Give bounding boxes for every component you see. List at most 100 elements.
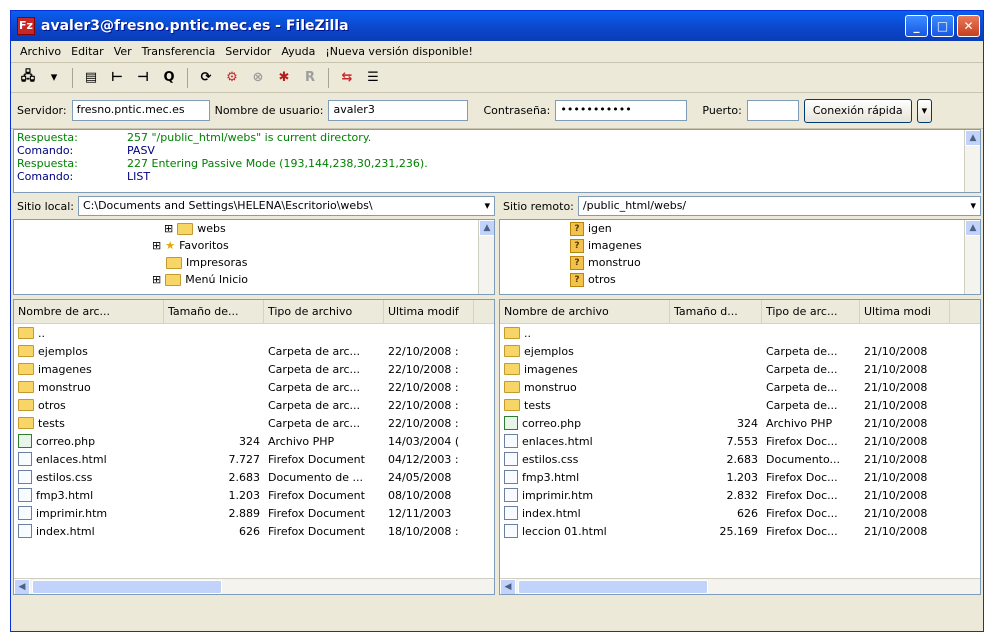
file-row[interactable]: fmp3.html 1.203 Firefox Doc... 21/10/2008 <box>500 468 980 486</box>
port-input[interactable] <box>746 100 799 121</box>
menu-transferencia[interactable]: Transferencia <box>137 45 221 58</box>
tree-item[interactable]: ⊞ Menú Inicio <box>14 271 494 288</box>
minimize-button[interactable]: _ <box>905 15 928 37</box>
disconnect-icon[interactable]: ✱ <box>273 67 295 89</box>
quickconnect-dropdown-button[interactable]: ▾ <box>916 98 933 123</box>
file-row[interactable]: monstruo Carpeta de arc... 22/10/2008 : <box>14 378 494 396</box>
expand-icon[interactable]: ⊞ <box>164 222 173 235</box>
column-modified[interactable]: Ultima modi <box>860 300 950 323</box>
column-type[interactable]: Tipo de archivo <box>264 300 384 323</box>
column-size[interactable]: Tamaño de... <box>164 300 264 323</box>
file-row[interactable]: tests Carpeta de... 21/10/2008 <box>500 396 980 414</box>
local-path-input[interactable]: C:\Documents and Settings\HELENA\Escrito… <box>77 196 495 216</box>
file-size: 1.203 <box>726 470 759 484</box>
scroll-up-icon[interactable]: ▲ <box>965 220 980 236</box>
chevron-down-icon[interactable]: ▾ <box>970 199 976 213</box>
file-row[interactable]: correo.php 324 Archivo PHP 21/10/2008 <box>500 414 980 432</box>
scroll-up-icon[interactable]: ▲ <box>965 130 980 146</box>
file-row[interactable]: estilos.css 2.683 Documento de ... 24/05/20… <box>14 468 494 486</box>
local-hscrollbar[interactable]: ◀ <box>14 578 494 594</box>
remote-path-input[interactable]: /public_html/webs/ ▾ <box>577 196 981 216</box>
file-row[interactable]: imprimir.htm 2.832 Firefox Doc... 21/10/200… <box>500 486 980 504</box>
menu-servidor[interactable]: Servidor <box>220 45 276 58</box>
unknown-folder-icon: ? <box>570 238 584 253</box>
process-queue-icon[interactable]: ⚙ <box>221 67 243 89</box>
local-file-list[interactable]: Nombre de arc... Tamaño de... Tipo de ar… <box>13 299 495 595</box>
file-icon <box>18 524 32 538</box>
tree-item[interactable]: ⊞ ★ Favoritos <box>14 237 494 254</box>
file-row[interactable]: enlaces.html 7.553 Firefox Doc... 21/10/200… <box>500 432 980 450</box>
dropdown-arrow-icon[interactable]: ▾ <box>43 67 65 89</box>
tree-item[interactable]: ? otros <box>500 271 980 288</box>
file-row[interactable]: imagenes Carpeta de arc... 22/10/2008 : <box>14 360 494 378</box>
scroll-thumb[interactable] <box>518 580 708 594</box>
menu-ver[interactable]: Ver <box>109 45 137 58</box>
menu-new-version[interactable]: ¡Nueva versión disponible! <box>320 45 478 58</box>
local-tree-scrollbar[interactable]: ▲ <box>478 220 494 294</box>
quickconnect-button[interactable]: Conexión rápida <box>803 98 912 123</box>
scroll-left-icon[interactable]: ◀ <box>14 579 30 594</box>
file-row[interactable]: correo.php 324 Archivo PHP 14/03/2004 ( <box>14 432 494 450</box>
file-row[interactable]: fmp3.html 1.203 Firefox Document 08/10/2008 <box>14 486 494 504</box>
file-name-cell: correo.php <box>14 432 164 450</box>
scroll-up-icon[interactable]: ▲ <box>479 220 494 236</box>
close-button[interactable]: ✕ <box>957 15 980 37</box>
local-tree-toggle-icon[interactable]: ⊢ <box>106 67 128 89</box>
tree-item[interactable]: ? imagenes <box>500 237 980 254</box>
refresh-icon[interactable]: ⟳ <box>195 67 217 89</box>
chevron-down-icon[interactable]: ▾ <box>484 199 490 213</box>
site-manager-icon[interactable]: 🖧 <box>17 67 39 89</box>
menu-editar[interactable]: Editar <box>66 45 109 58</box>
file-row[interactable]: index.html 626 Firefox Doc... 21/10/2008 <box>500 504 980 522</box>
file-row[interactable]: ejemplos Carpeta de... 21/10/2008 <box>500 342 980 360</box>
file-row[interactable]: .. <box>14 324 494 342</box>
directory-compare-icon[interactable]: ☰ <box>362 67 384 89</box>
tree-item[interactable]: Impresoras <box>14 254 494 271</box>
tree-item[interactable]: ? igen <box>500 220 980 237</box>
tree-item[interactable]: ⊞ webs <box>14 220 494 237</box>
column-size[interactable]: Tamaño d... <box>670 300 762 323</box>
reconnect-icon[interactable]: R <box>299 67 321 89</box>
column-type[interactable]: Tipo de arc... <box>762 300 860 323</box>
filter-icon[interactable]: ⇆ <box>336 67 358 89</box>
expand-icon[interactable]: ⊞ <box>152 239 161 252</box>
column-name[interactable]: Nombre de arc... <box>14 300 164 323</box>
file-row[interactable]: enlaces.html 7.727 Firefox Document 04/12/2… <box>14 450 494 468</box>
file-row[interactable]: estilos.css 2.683 Documento... 21/10/2008 <box>500 450 980 468</box>
transfer-queue-toggle-icon[interactable]: Q <box>158 67 180 89</box>
local-tree[interactable]: ⊞ webs ⊞ ★ Favoritos Impresoras ⊞ Menú I… <box>13 219 495 295</box>
file-row[interactable]: imprimir.htm 2.889 Firefox Document 12/11/2… <box>14 504 494 522</box>
file-row[interactable]: .. <box>500 324 980 342</box>
file-row[interactable]: index.html 626 Firefox Document 18/10/2008 … <box>14 522 494 540</box>
file-row[interactable]: monstruo Carpeta de... 21/10/2008 <box>500 378 980 396</box>
server-input[interactable]: fresno.pntic.mec.es <box>71 100 210 121</box>
cancel-operation-icon[interactable]: ⊗ <box>247 67 269 89</box>
scroll-left-icon[interactable]: ◀ <box>500 579 516 594</box>
maximize-button[interactable]: □ <box>931 15 954 37</box>
remote-hscrollbar[interactable]: ◀ <box>500 578 980 594</box>
file-size <box>164 324 264 342</box>
tree-item[interactable]: ? monstruo <box>500 254 980 271</box>
column-name[interactable]: Nombre de archivo <box>500 300 670 323</box>
file-modified: 22/10/2008 : <box>388 344 459 358</box>
message-log[interactable]: Respuesta: 257 "/public_html/webs" is cu… <box>13 129 981 193</box>
file-row[interactable]: tests Carpeta de arc... 22/10/2008 : <box>14 414 494 432</box>
username-input[interactable]: avaler3 <box>328 100 469 121</box>
message-log-toggle-icon[interactable]: ▤ <box>80 67 102 89</box>
username-label: Nombre de usuario: <box>214 104 324 117</box>
remote-tree-scrollbar[interactable]: ▲ <box>964 220 980 294</box>
password-input[interactable]: ••••••••••• <box>555 100 688 121</box>
menu-ayuda[interactable]: Ayuda <box>276 45 320 58</box>
menu-archivo[interactable]: Archivo <box>15 45 66 58</box>
column-modified[interactable]: Ultima modif <box>384 300 474 323</box>
file-row[interactable]: imagenes Carpeta de... 21/10/2008 <box>500 360 980 378</box>
file-row[interactable]: leccion 01.html 25.169 Firefox Doc... 21/10… <box>500 522 980 540</box>
file-row[interactable]: otros Carpeta de arc... 22/10/2008 : <box>14 396 494 414</box>
file-row[interactable]: ejemplos Carpeta de arc... 22/10/2008 : <box>14 342 494 360</box>
expand-icon[interactable]: ⊞ <box>152 273 161 286</box>
remote-file-list[interactable]: Nombre de archivo Tamaño d... Tipo de ar… <box>499 299 981 595</box>
scroll-thumb[interactable] <box>32 580 222 594</box>
remote-tree-toggle-icon[interactable]: ⊣ <box>132 67 154 89</box>
log-scrollbar[interactable]: ▲ <box>964 130 980 192</box>
remote-tree[interactable]: ? igen ? imagenes ? monstruo ? otros ▲ <box>499 219 981 295</box>
